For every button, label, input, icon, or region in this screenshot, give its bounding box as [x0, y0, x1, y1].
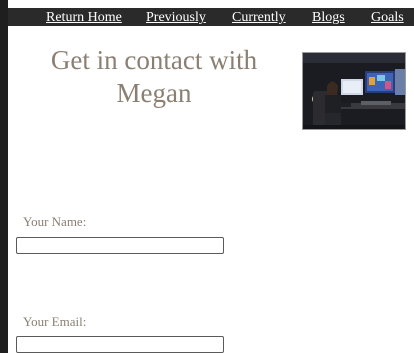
name-label: Your Name:: [23, 214, 87, 229]
top-nav: Return Home Previously Currently Blogs G…: [8, 8, 414, 26]
nav-goals-link[interactable]: Goals: [371, 9, 404, 27]
nav-blogs-link[interactable]: Blogs: [312, 9, 345, 27]
email-label: Your Email:: [23, 314, 87, 329]
nav-previously-link[interactable]: Previously: [146, 9, 206, 27]
nav-return-home-link[interactable]: Return Home: [46, 9, 122, 27]
nav-currently-link[interactable]: Currently: [232, 9, 286, 27]
page-title: Get in contact with Megan: [50, 45, 258, 108]
page: Return Home Previously Currently Blogs G…: [8, 0, 414, 353]
email-input[interactable]: [16, 336, 224, 353]
profile-photo: [302, 52, 406, 130]
name-input[interactable]: [16, 237, 224, 254]
